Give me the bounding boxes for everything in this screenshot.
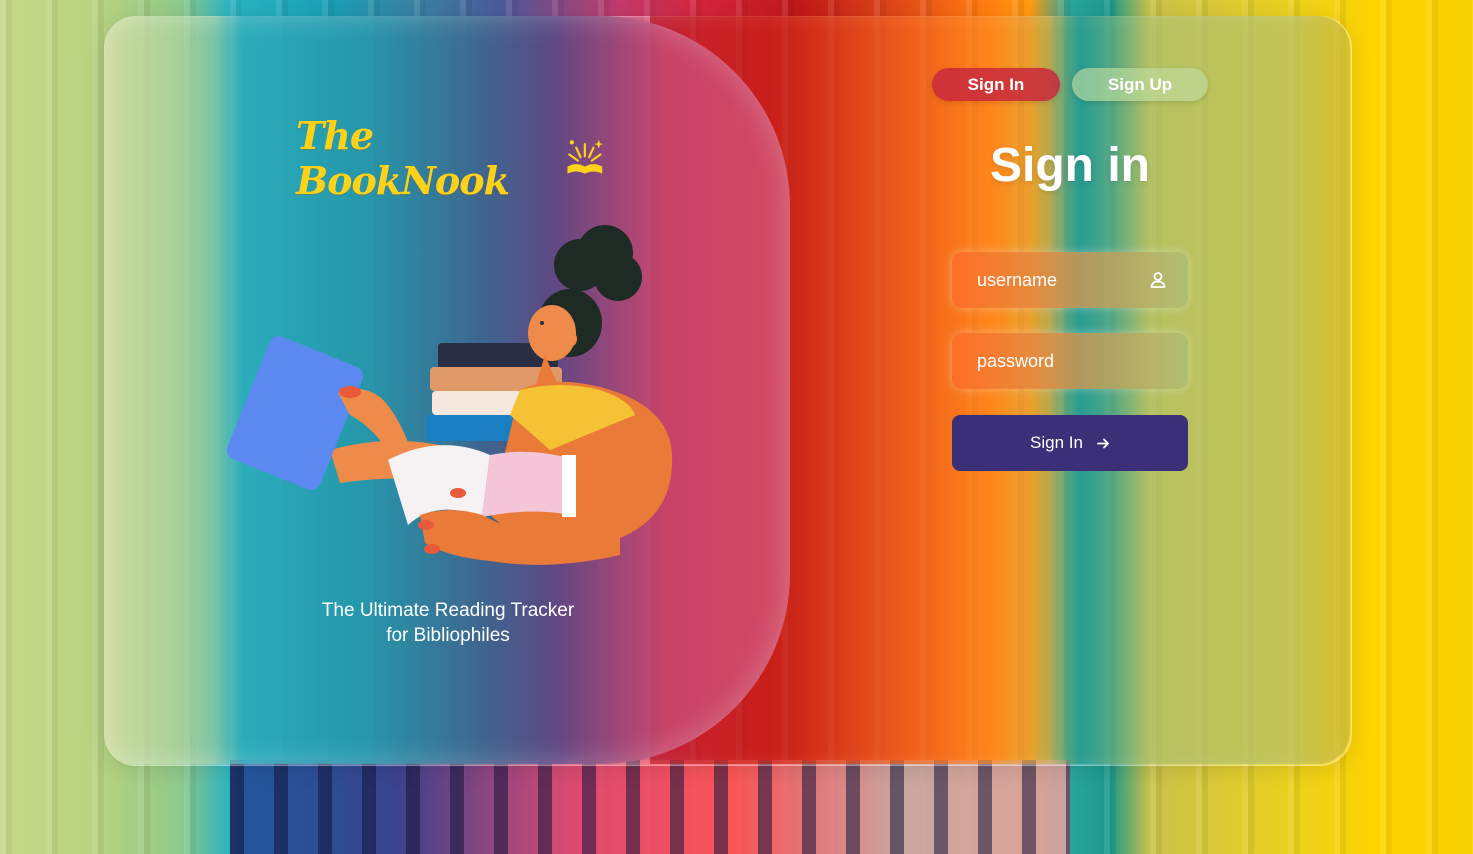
fingernail [424,544,440,554]
tagline-line-1: The Ultimate Reading Tracker [321,600,575,621]
tagline-line-2: for Bibliophiles [386,625,510,646]
username-field-wrapper [952,252,1188,308]
brand-logo: The BookNook [296,113,606,203]
sign-in-button-label: Sign In [1030,433,1083,452]
password-input[interactable] [952,333,1188,389]
hair-bun-right [594,253,642,301]
fingernail [339,386,361,398]
tab-sign-up[interactable]: Sign Up [1072,68,1208,101]
tab-sign-in[interactable]: Sign In [932,68,1060,101]
form-title: Sign in [990,139,1150,192]
brand-tagline: The Ultimate Reading Tracker for Bibliop… [268,598,628,648]
sign-in-button[interactable]: Sign In [952,415,1188,471]
reader-illustration [226,225,673,565]
open-book-right [482,451,572,517]
password-field-wrapper [952,333,1188,389]
arrow-right-icon [1097,438,1109,448]
fingernail [450,488,466,498]
open-book-page [562,455,576,517]
fingernail [418,520,434,530]
brand-name: The BookNook [296,113,510,203]
background-floor-bars [230,760,1070,854]
user-icon [1150,272,1166,288]
eye [540,321,544,325]
open-book-sparkle-icon [567,139,604,174]
ear [563,331,577,347]
